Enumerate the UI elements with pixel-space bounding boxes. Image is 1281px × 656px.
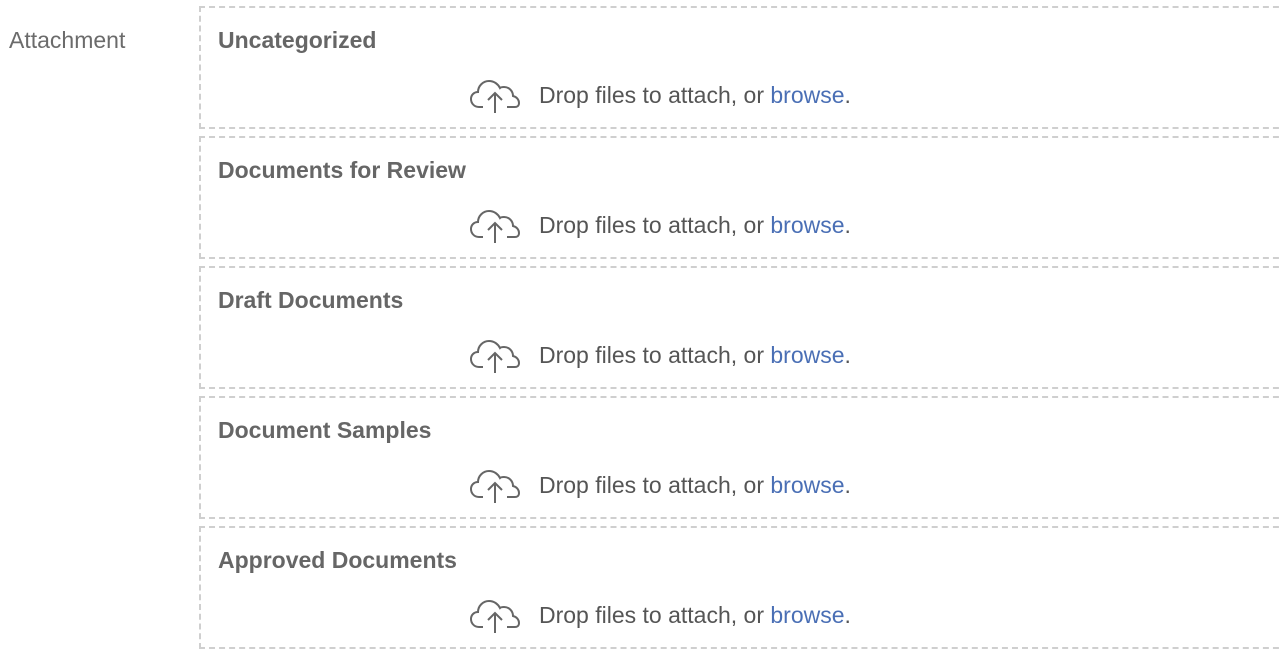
dropzone-prompt-text: Drop files to attach, or xyxy=(539,211,764,238)
cloud-upload-icon xyxy=(469,469,521,503)
dropzone-prompt-period: . xyxy=(844,341,851,368)
dropzone-prompt-period: . xyxy=(844,601,851,628)
dropzone-prompt: Drop files to attach, or browse. xyxy=(469,205,851,245)
dropzone-prompt-text: Drop files to attach, or xyxy=(539,341,764,368)
dropzone-prompt-period: . xyxy=(844,471,851,498)
browse-link[interactable]: browse xyxy=(770,82,844,109)
dropzone-prompt-period: . xyxy=(844,81,851,108)
browse-link[interactable]: browse xyxy=(770,342,844,369)
browse-link[interactable]: browse xyxy=(770,472,844,499)
browse-link[interactable]: browse xyxy=(770,602,844,629)
dropzone-prompt: Drop files to attach, or browse. xyxy=(469,465,851,505)
dropzone-prompt-text: Drop files to attach, or xyxy=(539,81,764,108)
dropzone-uncategorized[interactable]: Uncategorized Drop files to attach, or b… xyxy=(199,6,1281,129)
cloud-upload-icon xyxy=(469,599,521,633)
dropzone-prompt-period: . xyxy=(844,211,851,238)
cloud-upload-icon xyxy=(469,339,521,373)
dropzone-title: Uncategorized xyxy=(218,27,377,53)
dropzone-documents-for-review[interactable]: Documents for Review Drop files to attac… xyxy=(199,136,1281,259)
dropzone-prompt: Drop files to attach, or browse. xyxy=(469,595,851,635)
dropzone-prompt: Drop files to attach, or browse. xyxy=(469,335,851,375)
dropzone-prompt: Drop files to attach, or browse. xyxy=(469,75,851,115)
dropzone-title: Draft Documents xyxy=(218,287,404,313)
cloud-upload-icon xyxy=(469,79,521,113)
attachment-zones: Uncategorized Drop files to attach, or b… xyxy=(199,6,1281,656)
attachment-field-label: Attachment xyxy=(9,27,126,53)
cloud-upload-icon xyxy=(469,209,521,243)
browse-link[interactable]: browse xyxy=(770,212,844,239)
dropzone-prompt-text: Drop files to attach, or xyxy=(539,471,764,498)
dropzone-title: Documents for Review xyxy=(218,157,466,183)
dropzone-approved-documents[interactable]: Approved Documents Drop files to attach,… xyxy=(199,526,1281,649)
dropzone-draft-documents[interactable]: Draft Documents Drop files to attach, or… xyxy=(199,266,1281,389)
dropzone-document-samples[interactable]: Document Samples Drop files to attach, o… xyxy=(199,396,1281,519)
dropzone-prompt-text: Drop files to attach, or xyxy=(539,601,764,628)
dropzone-title: Document Samples xyxy=(218,417,432,443)
dropzone-title: Approved Documents xyxy=(218,547,457,573)
